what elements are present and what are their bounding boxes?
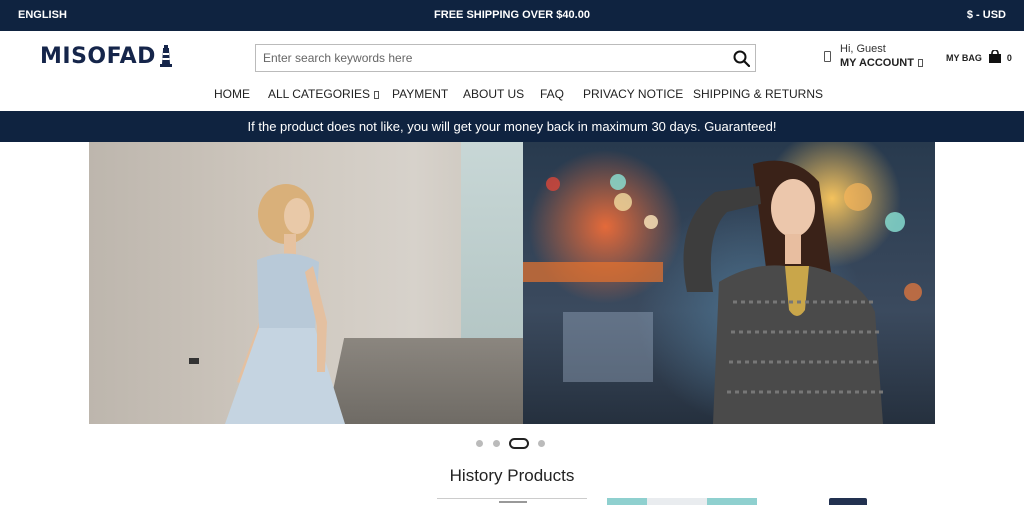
my-account-label: MY ACCOUNT [840, 57, 914, 69]
site-logo[interactable]: MISOFAD [40, 43, 174, 69]
slider-dot-1[interactable] [476, 440, 483, 447]
product-thumb[interactable] [296, 498, 390, 505]
user-icon [824, 51, 831, 62]
nav-privacy-notice[interactable]: PRIVACY NOTICE [583, 87, 683, 101]
lighthouse-icon [158, 44, 174, 68]
search-bar [255, 44, 756, 72]
search-button[interactable] [727, 45, 755, 71]
currency-selector[interactable]: $ - USD [967, 9, 1006, 21]
nav-payment[interactable]: PAYMENT [392, 87, 448, 101]
product-thumb[interactable] [437, 498, 587, 505]
search-icon [733, 50, 750, 67]
main-nav: HOME ALL CATEGORIES PAYMENT ABOUT US FAQ… [0, 87, 1024, 101]
nav-about-us[interactable]: ABOUT US [463, 87, 524, 101]
nav-home[interactable]: HOME [214, 87, 250, 101]
nav-all-categories[interactable]: ALL CATEGORIES [268, 87, 380, 101]
hero-slider[interactable] [89, 142, 935, 424]
slide-image-right [523, 142, 935, 424]
bag-count: 0 [1006, 52, 1012, 63]
top-bar: ENGLISH FREE SHIPPING OVER $40.00 $ - US… [0, 0, 1024, 31]
slide-image-left [89, 142, 523, 424]
nav-shipping-returns[interactable]: SHIPPING & RETURNS [693, 87, 823, 101]
my-bag-button[interactable]: MY BAG 0 [946, 49, 1012, 65]
product-thumb[interactable] [829, 498, 867, 505]
shopping-bag-icon [988, 49, 1002, 65]
slider-dot-2[interactable] [493, 440, 500, 447]
my-account-link[interactable]: MY ACCOUNT [840, 57, 923, 69]
my-bag-label: MY BAG [946, 52, 982, 63]
free-shipping-notice: FREE SHIPPING OVER $40.00 [434, 9, 590, 21]
guarantee-banner: If the product does not like, you will g… [0, 111, 1024, 142]
slider-dot-3-active[interactable] [509, 438, 529, 449]
chevron-down-icon [374, 91, 380, 99]
chevron-down-icon [917, 59, 923, 67]
slider-dot-4[interactable] [538, 440, 545, 447]
slider-pagination [0, 438, 1024, 450]
nav-all-categories-label: ALL CATEGORIES [268, 87, 371, 101]
product-thumb[interactable] [607, 498, 757, 505]
search-input[interactable] [256, 45, 726, 71]
logo-text: MISOFAD [40, 43, 156, 69]
nav-faq[interactable]: FAQ [540, 87, 564, 101]
history-products-heading: History Products [449, 466, 575, 485]
account-greeting: Hi, Guest [840, 43, 886, 55]
